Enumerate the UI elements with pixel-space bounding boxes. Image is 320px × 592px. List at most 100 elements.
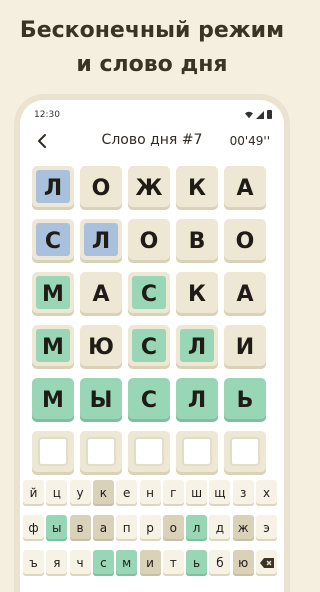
letter-tile: М <box>32 325 74 369</box>
letter-tile: Ь <box>224 378 266 422</box>
key-р[interactable]: р <box>139 515 161 541</box>
tile-letter: С <box>140 387 158 413</box>
letter-tile: Ы <box>80 378 122 422</box>
backspace-key[interactable] <box>256 550 277 576</box>
headline-line-1: Бесконечный режим <box>19 18 285 43</box>
key-м[interactable]: м <box>116 550 138 576</box>
tile-highlight <box>86 437 116 466</box>
phone-frame: 12:30 Слово дня #7 00'49'' ЛОЖКАСЛОВОМАС… <box>20 100 284 592</box>
tile-letter: О <box>91 175 111 201</box>
letter-tile: В <box>176 219 218 263</box>
key-ъ[interactable]: ъ <box>23 550 44 576</box>
tile-highlight <box>182 437 212 466</box>
letter-tile: А <box>80 272 122 316</box>
tile-letter: Ж <box>135 175 163 201</box>
letter-tile: О <box>224 219 266 263</box>
tile-letter: А <box>236 281 254 307</box>
key-ь[interactable]: ь <box>186 550 208 576</box>
tile-highlight <box>134 437 164 466</box>
game-timer: 00'49'' <box>229 134 270 148</box>
tile-letter: О <box>139 228 159 254</box>
status-time: 12:30 <box>34 110 60 120</box>
tile-letter: В <box>188 228 206 254</box>
wifi-icon <box>245 111 253 118</box>
tile-letter: М <box>42 334 64 360</box>
letter-tile: Л <box>32 166 74 210</box>
key-ф[interactable]: ф <box>23 515 44 541</box>
key-в[interactable]: в <box>69 515 91 541</box>
tile-letter: Ы <box>89 387 113 413</box>
key-о[interactable]: о <box>162 515 184 541</box>
tile-letter: Л <box>91 228 111 254</box>
status-icons <box>245 110 272 119</box>
tile-letter: О <box>235 228 255 254</box>
tile-highlight <box>38 437 68 466</box>
letter-tile: О <box>128 219 170 263</box>
tile-letter: Л <box>187 387 207 413</box>
empty-tile <box>80 431 122 475</box>
key-ц[interactable]: ц <box>46 480 68 506</box>
tile-letter: Ю <box>88 334 114 360</box>
headline-line-2: и слово дня <box>76 52 228 77</box>
key-е[interactable]: е <box>116 480 138 506</box>
letter-tile: Ю <box>80 325 122 369</box>
tile-letter: С <box>44 228 62 254</box>
letter-tile: С <box>32 219 74 263</box>
empty-tile <box>176 431 218 475</box>
letter-tile: Л <box>176 325 218 369</box>
empty-tile <box>32 431 74 475</box>
key-и[interactable]: и <box>139 550 161 576</box>
key-л[interactable]: л <box>186 515 208 541</box>
key-к[interactable]: к <box>92 480 114 506</box>
key-х[interactable]: х <box>256 480 277 506</box>
letter-tile: М <box>32 378 74 422</box>
key-ю[interactable]: ю <box>232 550 254 576</box>
key-д[interactable]: д <box>209 515 231 541</box>
status-bar: 12:30 <box>20 100 284 122</box>
tile-letter: Ь <box>236 387 254 413</box>
letter-tile: О <box>80 166 122 210</box>
letter-tile: К <box>176 272 218 316</box>
key-г[interactable]: г <box>162 480 184 506</box>
key-й[interactable]: й <box>23 480 44 506</box>
letter-tile: А <box>224 272 266 316</box>
letter-tile: И <box>224 325 266 369</box>
key-ч[interactable]: ч <box>69 550 91 576</box>
key-я[interactable]: я <box>46 550 68 576</box>
tile-letter: Л <box>43 175 63 201</box>
key-у[interactable]: у <box>69 480 91 506</box>
tile-highlight <box>230 437 260 466</box>
tile-letter: С <box>140 281 158 307</box>
letter-tile: Ж <box>128 166 170 210</box>
tile-letter: Л <box>187 334 207 360</box>
key-ш[interactable]: ш <box>186 480 208 506</box>
empty-tile <box>128 431 170 475</box>
letter-tile: А <box>224 166 266 210</box>
key-э[interactable]: э <box>256 515 277 541</box>
letter-tile: С <box>128 378 170 422</box>
key-ы[interactable]: ы <box>46 515 68 541</box>
empty-tile <box>224 431 266 475</box>
tile-letter: М <box>42 387 64 413</box>
key-щ[interactable]: щ <box>209 480 231 506</box>
key-т[interactable]: т <box>162 550 184 576</box>
key-б[interactable]: б <box>209 550 231 576</box>
tile-letter: С <box>140 334 158 360</box>
app-bar: Слово дня #7 00'49'' <box>20 126 284 156</box>
letter-tile: С <box>128 272 170 316</box>
backspace-icon <box>259 558 274 568</box>
key-п[interactable]: п <box>116 515 138 541</box>
key-с[interactable]: с <box>92 550 114 576</box>
headline: Бесконечный режим и слово дня <box>0 14 304 82</box>
tile-letter: К <box>188 281 206 307</box>
key-з[interactable]: з <box>232 480 254 506</box>
tile-letter: И <box>235 334 255 360</box>
key-ж[interactable]: ж <box>232 515 254 541</box>
tile-letter: А <box>92 281 110 307</box>
key-н[interactable]: н <box>139 480 161 506</box>
letter-tile: К <box>176 166 218 210</box>
letter-tile: Л <box>176 378 218 422</box>
tile-letter: А <box>236 175 254 201</box>
key-а[interactable]: а <box>92 515 114 541</box>
tile-letter: К <box>188 175 206 201</box>
